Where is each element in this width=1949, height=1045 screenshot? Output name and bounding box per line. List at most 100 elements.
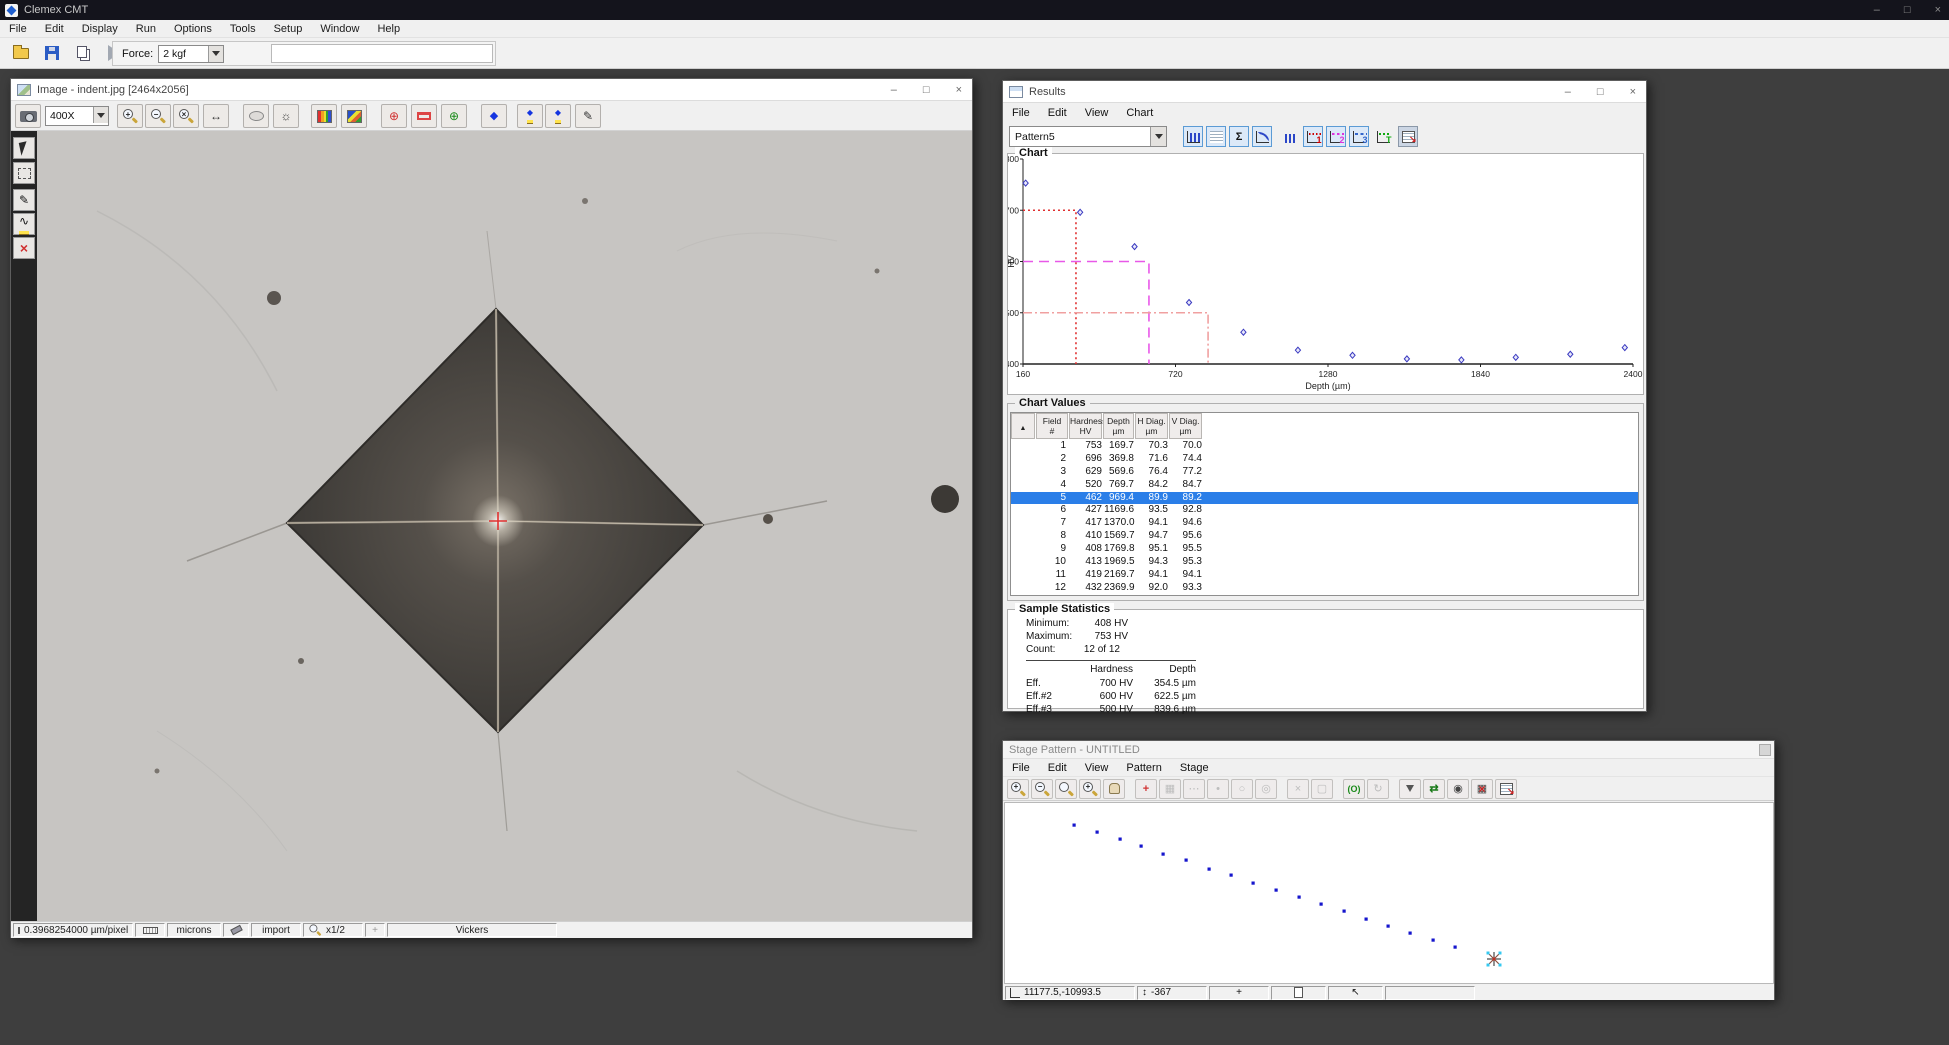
zoom-reset-button[interactable]: ×: [173, 104, 199, 128]
move-cell[interactable]: +: [365, 923, 385, 937]
preview-button[interactable]: ◉: [1447, 779, 1469, 799]
maximize-icon[interactable]: □: [1904, 4, 1911, 16]
ellipse-tool-button[interactable]: [243, 104, 269, 128]
indent-tool-button[interactable]: ◆: [481, 104, 507, 128]
magnification-select-arrow[interactable]: [93, 107, 108, 123]
caliper-tool-button[interactable]: [411, 104, 437, 128]
image-window-titlebar[interactable]: Image - indent.jpg [2464x2056] – □ ×: [11, 79, 972, 101]
colormap-button[interactable]: [341, 104, 367, 128]
threshold-chart-button[interactable]: T: [1373, 126, 1393, 147]
import-cell[interactable]: import: [251, 923, 301, 937]
table-row[interactable]: 3629569.676.477.2: [1011, 466, 1638, 479]
eff2-chart-button[interactable]: 2: [1326, 126, 1346, 147]
column-header-depth[interactable]: Depthµm: [1103, 413, 1134, 439]
table-row[interactable]: 1753169.770.370.0: [1011, 440, 1638, 453]
hardness-profile-chart[interactable]: 400500600700800160720128018402400Depth (…: [1008, 154, 1643, 392]
stage-zoom-out-button[interactable]: −: [1031, 779, 1053, 799]
force-select[interactable]: 2 kgf: [158, 45, 224, 63]
circle-pattern-button[interactable]: ○: [1231, 779, 1253, 799]
force-select-arrow[interactable]: [208, 46, 223, 62]
maximize-icon[interactable]: □: [1597, 86, 1604, 98]
edit-pencil-button[interactable]: ✎: [575, 104, 601, 128]
menu-item-edit[interactable]: Edit: [1039, 760, 1076, 776]
table-row[interactable]: 114192169.794.194.1: [1011, 569, 1638, 582]
menu-item-window[interactable]: Window: [311, 21, 368, 37]
menu-item-file[interactable]: File: [0, 21, 36, 37]
grid-pattern-button[interactable]: ▦: [1159, 779, 1181, 799]
stage-pan-button[interactable]: [1103, 779, 1125, 799]
menu-item-stage[interactable]: Stage: [1171, 760, 1218, 776]
stage-dispenser-button[interactable]: [1399, 779, 1421, 799]
menu-item-run[interactable]: Run: [127, 21, 165, 37]
clear-grid-button[interactable]: ▦×: [1471, 779, 1493, 799]
menu-item-display[interactable]: Display: [73, 21, 127, 37]
force-extra-field[interactable]: [271, 44, 493, 63]
stage-window-titlebar[interactable]: Stage Pattern - UNTITLED: [1003, 741, 1774, 759]
eraser-cell[interactable]: [223, 923, 249, 937]
add-point-button[interactable]: +: [1135, 779, 1157, 799]
sort-header[interactable]: ▲: [1011, 413, 1035, 439]
stage-zoom-extents-button[interactable]: +: [1079, 779, 1101, 799]
zoom-out-button[interactable]: −: [145, 104, 171, 128]
chart-view-button[interactable]: [1183, 126, 1203, 147]
column-header-hardness[interactable]: HardnessHV: [1069, 413, 1102, 439]
single-point-button[interactable]: •: [1207, 779, 1229, 799]
fit-width-button[interactable]: ↔: [203, 104, 229, 128]
export-table-button[interactable]: ↘: [1398, 126, 1418, 147]
brightness-button[interactable]: ☼: [273, 104, 299, 128]
pattern-select[interactable]: Pattern5: [1009, 126, 1167, 147]
calibration-button[interactable]: ∿: [13, 213, 35, 235]
maximize-icon[interactable]: □: [923, 84, 930, 96]
menu-item-edit[interactable]: Edit: [1039, 105, 1076, 121]
menu-item-pattern[interactable]: Pattern: [1117, 760, 1170, 776]
ruler-cell[interactable]: [135, 923, 165, 937]
column-header-h-diag-[interactable]: H Diag.µm: [1135, 413, 1168, 439]
delete-button[interactable]: ×: [13, 237, 35, 259]
line-pattern-button[interactable]: ⋯: [1183, 779, 1205, 799]
menu-item-tools[interactable]: Tools: [221, 21, 265, 37]
delete-point-button[interactable]: ×: [1287, 779, 1309, 799]
auto-measure-button[interactable]: ◆: [517, 104, 543, 128]
table-row[interactable]: 74171370.094.194.6: [1011, 517, 1638, 530]
camera-button[interactable]: [15, 104, 41, 128]
magnification-select[interactable]: 400X: [45, 106, 109, 126]
rotate-pattern-button[interactable]: ↻: [1367, 779, 1389, 799]
pattern-select-arrow[interactable]: [1150, 127, 1166, 146]
copy-button[interactable]: [70, 41, 95, 65]
close-icon[interactable]: ×: [956, 84, 962, 96]
eff1-chart-button[interactable]: 1: [1303, 126, 1323, 147]
circle-dot-pattern-button[interactable]: ◎: [1255, 779, 1277, 799]
select-region-button[interactable]: [13, 162, 35, 184]
stage-zoom-in-button[interactable]: +: [1007, 779, 1029, 799]
table-row[interactable]: 64271169.693.592.8: [1011, 504, 1638, 517]
zoom-ratio-cell[interactable]: x1/2: [303, 923, 363, 937]
curve-view-button[interactable]: [1252, 126, 1272, 147]
table-row[interactable]: 4520769.784.284.7: [1011, 479, 1638, 492]
stage-arrow-cell[interactable]: ↖: [1328, 986, 1383, 1000]
menu-item-edit[interactable]: Edit: [36, 21, 73, 37]
transfer-button[interactable]: ⇄: [1423, 779, 1445, 799]
menu-item-help[interactable]: Help: [368, 21, 409, 37]
draw-pencil-button[interactable]: ✎: [13, 189, 35, 211]
ring-tool-button[interactable]: (O): [1343, 779, 1365, 799]
column-header-v-diag-[interactable]: V Diag.µm: [1169, 413, 1202, 439]
menu-item-file[interactable]: File: [1003, 760, 1039, 776]
stage-page-cell[interactable]: [1271, 986, 1326, 1000]
micrograph-canvas[interactable]: [37, 131, 972, 921]
crosshair-tool-button[interactable]: ⊕: [441, 104, 467, 128]
palette-button[interactable]: [311, 104, 337, 128]
table-row[interactable]: 104131969.594.395.3: [1011, 556, 1638, 569]
results-window-titlebar[interactable]: Results – □ ×: [1003, 81, 1646, 103]
histogram-button[interactable]: [1279, 126, 1299, 147]
units-cell[interactable]: microns: [167, 923, 221, 937]
stage-cross-cell[interactable]: +: [1209, 986, 1269, 1000]
menu-item-setup[interactable]: Setup: [265, 21, 312, 37]
stage-canvas[interactable]: [1004, 802, 1774, 984]
close-icon[interactable]: ×: [1630, 86, 1636, 98]
table-row[interactable]: 124322369.992.093.3: [1011, 582, 1638, 595]
eff3-chart-button[interactable]: 3: [1349, 126, 1369, 147]
statistics-button[interactable]: Σ: [1229, 126, 1249, 147]
close-icon[interactable]: ×: [1935, 4, 1941, 16]
pointer-tool-button[interactable]: [13, 137, 35, 159]
open-file-button[interactable]: [8, 41, 33, 65]
